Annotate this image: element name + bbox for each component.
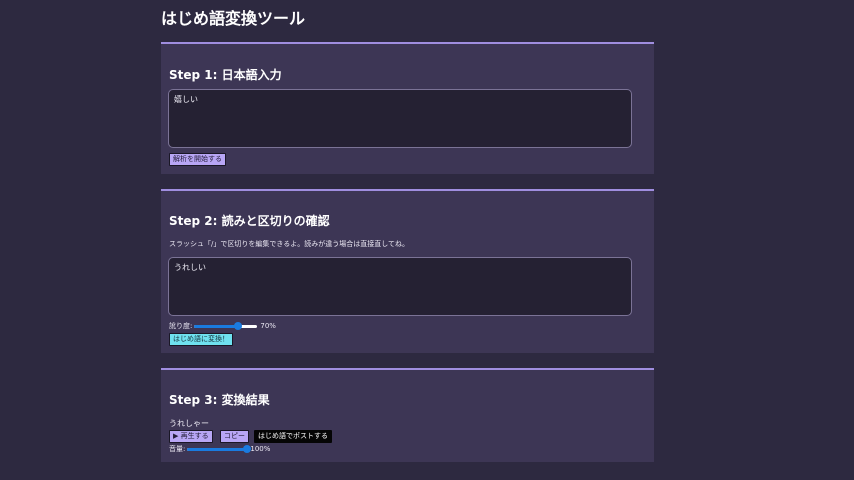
japanese-input[interactable] [168,89,632,148]
volume-slider-label: 音量: [169,445,186,453]
step2-card: Step 2: 読みと区切りの確認 スラッシュ「/」で区切りを編集できるよ。読み… [161,189,654,353]
step3-card: Step 3: 変換結果 うれしゃー ▶ 再生する コピー はじめ語でポストする… [161,368,654,462]
play-button[interactable]: ▶ 再生する [169,430,213,443]
step1-card: Step 1: 日本語入力 解析を開始する [161,42,654,174]
volume-slider[interactable] [187,444,252,454]
result-text: うれしゃー [169,419,209,428]
volume-slider-row: 音量: 100% [169,444,270,454]
analyze-button[interactable]: 解析を開始する [169,153,226,166]
post-button[interactable]: はじめ語でポストする [254,430,332,443]
copy-button[interactable]: コピー [220,430,249,443]
reading-input[interactable] [168,257,632,316]
accent-slider-thumb[interactable] [234,322,243,330]
step3-title: Step 3: 変換結果 [169,393,270,407]
accent-slider-label: 訛り度: [169,322,193,330]
accent-slider-value: 70% [260,322,276,330]
page-title: はじめ語変換ツール [161,9,306,28]
volume-slider-value: 100% [250,445,271,453]
volume-slider-fill [187,448,248,451]
step2-title: Step 2: 読みと区切りの確認 [169,214,330,228]
accent-slider-fill [194,325,239,328]
step2-description: スラッシュ「/」で区切りを編集できるよ。読みが違う場合は直接直してね。 [169,240,410,248]
accent-slider[interactable] [194,321,258,331]
step1-title: Step 1: 日本語入力 [169,68,282,82]
convert-button[interactable]: はじめ語に変換！ [169,333,233,346]
accent-slider-row: 訛り度: 70% [169,321,276,331]
